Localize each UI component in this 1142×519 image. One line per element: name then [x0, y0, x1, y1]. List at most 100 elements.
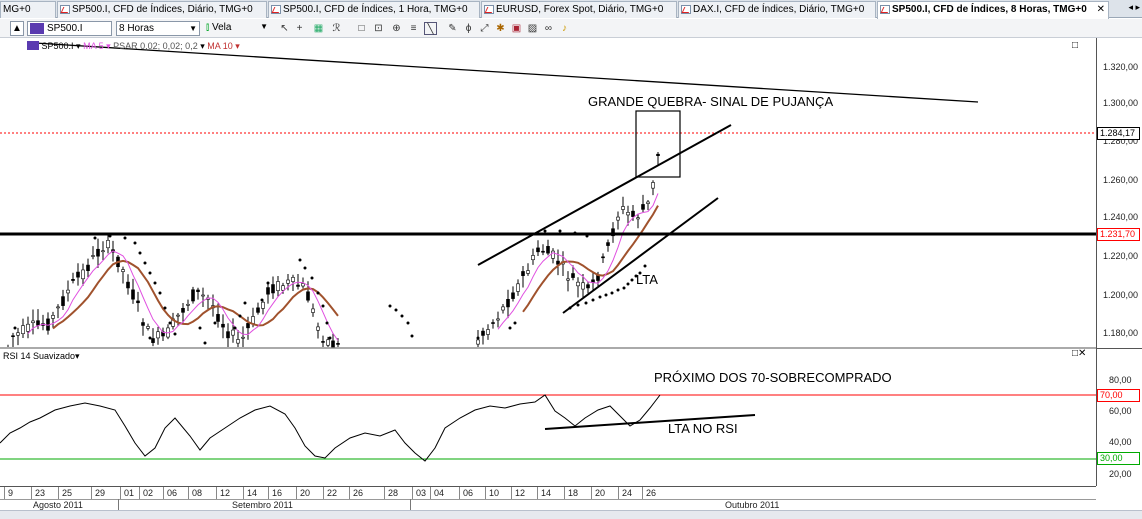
candle-body — [296, 284, 300, 287]
psar-dot — [298, 258, 302, 262]
channel-lower-line — [562, 197, 719, 314]
psar-dot — [410, 334, 414, 338]
candle-body — [626, 212, 630, 216]
candle-body — [496, 318, 500, 321]
tab-scroll-arrows[interactable]: ◂ ▸ — [1128, 2, 1140, 13]
ma10-segment — [52, 259, 339, 330]
psar-dot — [394, 308, 398, 312]
candle-body — [71, 279, 75, 281]
candle-body — [226, 331, 230, 339]
grid-icon[interactable]: ▨ — [526, 22, 539, 35]
zoom-grid-icon[interactable]: ▦ — [312, 22, 325, 35]
tab-label: DAX.I, CFD de Índices, Diário, TMG+0 — [693, 4, 865, 15]
price-tick: 1.200,00 — [1103, 290, 1139, 300]
candle-body — [241, 336, 245, 339]
candle-body — [251, 316, 255, 324]
tab-chart-5[interactable]: DAX.I, CFD de Índices, Diário, TMG+0 — [678, 1, 876, 18]
link-icon[interactable]: ∞ — [542, 22, 555, 35]
maximize-icon[interactable]: □ — [1072, 40, 1078, 51]
alert-bell-icon[interactable]: ♪ — [558, 22, 571, 35]
psar-dot — [198, 326, 202, 330]
date-tick: 03 — [416, 488, 427, 498]
chart-type-select[interactable]: ⫾ Vela ▼ — [206, 22, 268, 36]
tab-bar: MG+0 SP500.I, CFD de Índices, Diário, TM… — [0, 0, 1142, 19]
psar-dot — [213, 321, 217, 325]
tab-chart-4[interactable]: EURUSD, Forex Spot, Diário, TMG+0 — [481, 1, 677, 18]
candle-icon: ⫾ — [206, 22, 210, 33]
price-chart[interactable] — [0, 38, 1142, 506]
zoom-icon[interactable]: ⊕ — [390, 22, 403, 35]
price-axis[interactable]: 1.320,00 1.300,00 1.280,00 1.260,00 1.24… — [1096, 38, 1142, 486]
ma5-segment — [27, 250, 339, 341]
scale-icon[interactable]: ≡ — [407, 22, 420, 35]
close-tab-icon[interactable]: ✕ — [1097, 2, 1105, 17]
date-tick: 01 — [124, 488, 135, 498]
candle-body — [311, 308, 315, 313]
date-tick: 23 — [35, 488, 46, 498]
legend-psar[interactable]: PSAR 0,02; 0,02; 0,2 — [113, 41, 198, 51]
cursor-icon[interactable]: ↖ — [278, 22, 291, 35]
psar-dot — [310, 276, 314, 280]
tab-label: MG+0 — [3, 4, 31, 15]
date-tick: 12 — [220, 488, 231, 498]
chart-type-value: Vela — [211, 22, 232, 33]
tab-chart-1[interactable]: MG+0 — [0, 1, 56, 18]
legend-ma5[interactable]: MA 5 — [83, 41, 104, 51]
main-panel-legend[interactable]: SP500.I ▾ MA 5 ▾ PSAR 0,02; 0,02; 0,2 ▾ … — [27, 41, 240, 52]
candle-body — [156, 331, 160, 339]
pencil-icon[interactable]: ✎ — [446, 22, 459, 35]
tab-chart-3[interactable]: SP500.I, CFD de Índices, 1 Hora, TMG+0 — [268, 1, 480, 18]
psar-dot — [133, 241, 137, 245]
candle-body — [66, 289, 70, 294]
date-tick-mark — [618, 487, 619, 499]
tab-label: SP500.I, CFD de Índices, 8 Horas, TMG+0 — [892, 4, 1087, 15]
legend-ma10[interactable]: MA 10 — [207, 41, 233, 51]
rsi-lower-tag: 30,00 — [1097, 452, 1140, 465]
symbol-value: SP500.I — [47, 23, 83, 34]
maximize-icon[interactable]: □✕ — [1072, 348, 1086, 359]
template-icon[interactable]: ⊡ — [372, 22, 385, 35]
date-tick: 25 — [62, 488, 73, 498]
price-tick: 1.180,00 — [1103, 328, 1139, 338]
fan-icon[interactable]: ⤢ — [478, 22, 491, 35]
rsi-panel-legend[interactable]: RSI 14 Suavizado▾ — [3, 351, 80, 362]
candle-body — [261, 301, 265, 309]
timeframe-select[interactable]: 8 Horas ▼ — [116, 21, 200, 36]
candle-body — [506, 298, 510, 308]
date-axis[interactable]: 9 23 25 29 01 02 06 08 12 14 16 20 22 26 28 03 04 06 10 12 1… — [0, 486, 1096, 511]
candle-body — [526, 270, 530, 274]
object-icon[interactable]: □ — [355, 22, 368, 35]
psar-dot — [584, 301, 588, 305]
date-tick-mark — [384, 487, 385, 499]
chart-icon — [271, 5, 281, 14]
trendline-icon[interactable]: ╲ — [424, 22, 437, 35]
candle-body — [16, 332, 20, 336]
timeframe-value: 8 Horas — [119, 23, 155, 34]
indicator-icon[interactable]: ℛ — [330, 22, 343, 35]
psar-dot — [576, 303, 580, 307]
gann-icon[interactable]: ▣ — [510, 22, 523, 35]
collapse-button[interactable]: ▲ — [10, 21, 24, 36]
date-tick: 06 — [167, 488, 178, 498]
candle-body — [96, 248, 100, 257]
crosshair-icon[interactable]: + — [293, 22, 306, 35]
annotation-lta: LTA — [636, 272, 658, 287]
candle-body — [126, 281, 130, 289]
date-tick-mark — [296, 487, 297, 499]
psar-dot — [203, 341, 207, 345]
symbol-field[interactable]: SP500.I — [27, 21, 112, 36]
tab-chart-2[interactable]: SP500.I, CFD de Índices, Diário, TMG+0 — [57, 1, 267, 18]
legend-symbol: SP500.I — [41, 41, 74, 51]
brush-icon[interactable]: ✱ — [494, 22, 507, 35]
psar-dot — [260, 298, 264, 302]
date-tick-mark — [4, 487, 5, 499]
date-tick: 06 — [463, 488, 474, 498]
index-icon — [30, 23, 44, 34]
tab-chart-active[interactable]: SP500.I, CFD de Índices, 8 Horas, TMG+0 ✕ — [877, 1, 1109, 19]
candle-body — [131, 289, 135, 300]
candle-body — [636, 217, 640, 220]
candle-body — [101, 250, 105, 253]
fibonacci-icon[interactable]: ϕ — [462, 22, 475, 35]
date-tick: 02 — [143, 488, 154, 498]
candle-body — [181, 308, 185, 313]
